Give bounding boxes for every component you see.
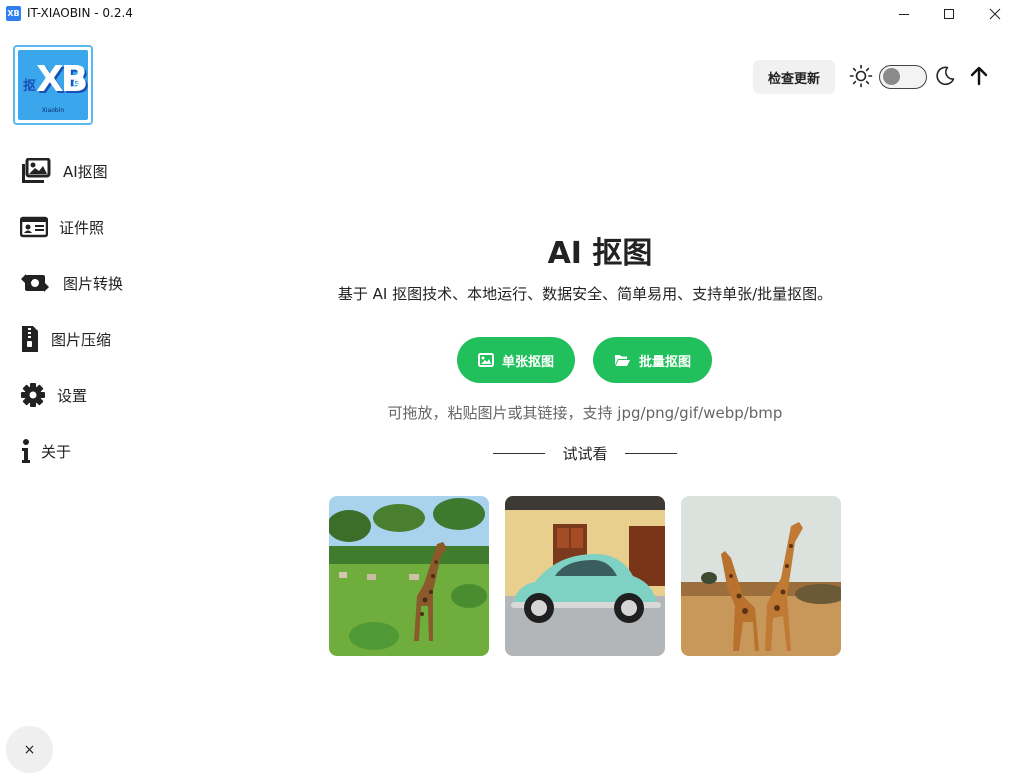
- window-title: IT-XIAOBIN - 0.2.4: [27, 6, 133, 20]
- maximize-icon: [944, 9, 954, 19]
- title-bar: XB IT-XIAOBIN - 0.2.4: [0, 0, 1015, 28]
- try-divider: 试试看: [493, 443, 677, 463]
- page-subtitle: 基于 AI 抠图技术、本地运行、数据安全、简单易用、支持单张/批量抠图。: [337, 285, 833, 303]
- single-cutout-label: 单张抠图: [501, 354, 554, 370]
- sidebar-item-settings[interactable]: 设置: [20, 379, 87, 411]
- app-icon: XB: [6, 6, 21, 21]
- arrow-up-icon[interactable]: [967, 64, 991, 88]
- logo-left-char: 抠: [23, 79, 37, 94]
- single-cutout-button[interactable]: 单张抠图: [457, 337, 575, 383]
- convert-icon: [20, 269, 52, 297]
- info-icon: [20, 437, 40, 465]
- sidebar-item-label: 图片压缩: [51, 330, 112, 349]
- sidebar-item-ai-cutout[interactable]: AI抠图: [20, 155, 108, 187]
- logo-right-char: 图: [73, 74, 84, 87]
- sidebar-item-label: 图片转换: [63, 274, 124, 293]
- sidebar-item-label: 关于: [41, 442, 72, 461]
- sidebar-item-label: AI抠图: [63, 162, 108, 181]
- divider-line: [624, 452, 677, 454]
- sun-icon[interactable]: [849, 64, 873, 88]
- close-fab-button[interactable]: ×: [6, 726, 53, 773]
- sidebar-item-convert[interactable]: 图片转换: [20, 267, 123, 299]
- try-label: 试试看: [562, 444, 608, 463]
- sidebar-item-label: 设置: [57, 386, 88, 405]
- moon-icon[interactable]: [933, 64, 957, 88]
- images-icon: [20, 157, 52, 185]
- sample-image-two-giraffes[interactable]: [681, 496, 841, 656]
- sidebar-item-about[interactable]: 关于: [20, 435, 71, 467]
- batch-cutout-button[interactable]: 批量抠图: [593, 337, 712, 383]
- maximize-button[interactable]: [926, 0, 972, 28]
- sidebar-item-id-photo[interactable]: 证件照: [20, 211, 104, 243]
- close-icon: [989, 8, 1001, 20]
- logo-sub-text: Xiaobin: [41, 107, 65, 114]
- minimize-button[interactable]: [881, 0, 927, 28]
- zip-file-icon: [20, 325, 52, 353]
- id-card-icon: [20, 213, 52, 241]
- gear-icon: [20, 381, 52, 409]
- page-title: AI 抠图: [547, 236, 653, 271]
- check-update-button[interactable]: 检查更新: [753, 60, 835, 94]
- sidebar-item-label: 证件照: [59, 218, 105, 237]
- divider-line: [493, 452, 545, 454]
- image-icon: [477, 353, 494, 367]
- theme-toggle[interactable]: [879, 65, 927, 89]
- toggle-knob: [883, 68, 900, 85]
- sidebar-item-compress[interactable]: 图片压缩: [20, 323, 111, 355]
- close-window-button[interactable]: [972, 0, 1015, 28]
- folder-open-icon: [614, 355, 630, 366]
- drop-hint: 可拖放，粘贴图片或其链接，支持 jpg/png/gif/webp/bmp: [387, 404, 783, 422]
- app-logo: 抠 XB 图 Xiaobin: [13, 45, 93, 125]
- minimize-icon: [899, 14, 909, 15]
- sample-image-giraffe-savanna[interactable]: [329, 496, 489, 656]
- batch-cutout-label: 批量抠图: [638, 354, 691, 370]
- sample-image-vintage-car[interactable]: [505, 496, 665, 656]
